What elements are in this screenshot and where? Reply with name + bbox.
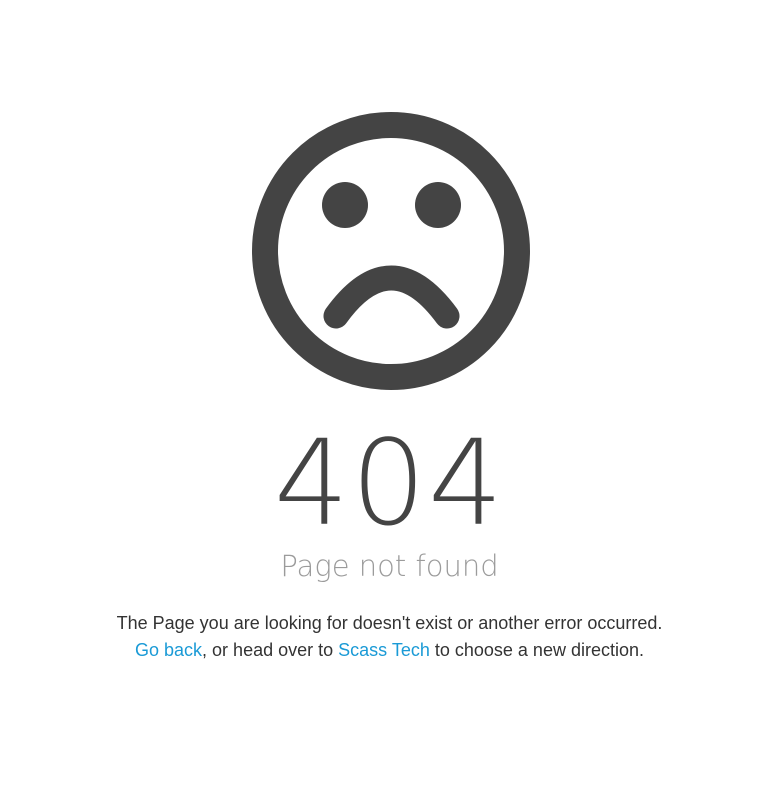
error-page: 404 Page not found The Page you are look…: [0, 0, 779, 794]
error-title: Page not found: [280, 549, 499, 583]
message-end-text: to choose a new direction.: [429, 640, 644, 660]
error-message: The Page you are looking for doesn't exi…: [0, 610, 779, 664]
site-home-link[interactable]: Scass Tech: [338, 640, 430, 660]
message-middle-text: , or head over to: [202, 640, 339, 660]
sad-face-icon: [252, 112, 530, 390]
error-code: 404: [273, 414, 506, 552]
message-line-1: The Page you are looking for doesn't exi…: [116, 613, 663, 633]
go-back-link[interactable]: Go back: [135, 640, 202, 660]
message-line-2: Go back, or head over to Scass Tech to c…: [0, 637, 779, 664]
